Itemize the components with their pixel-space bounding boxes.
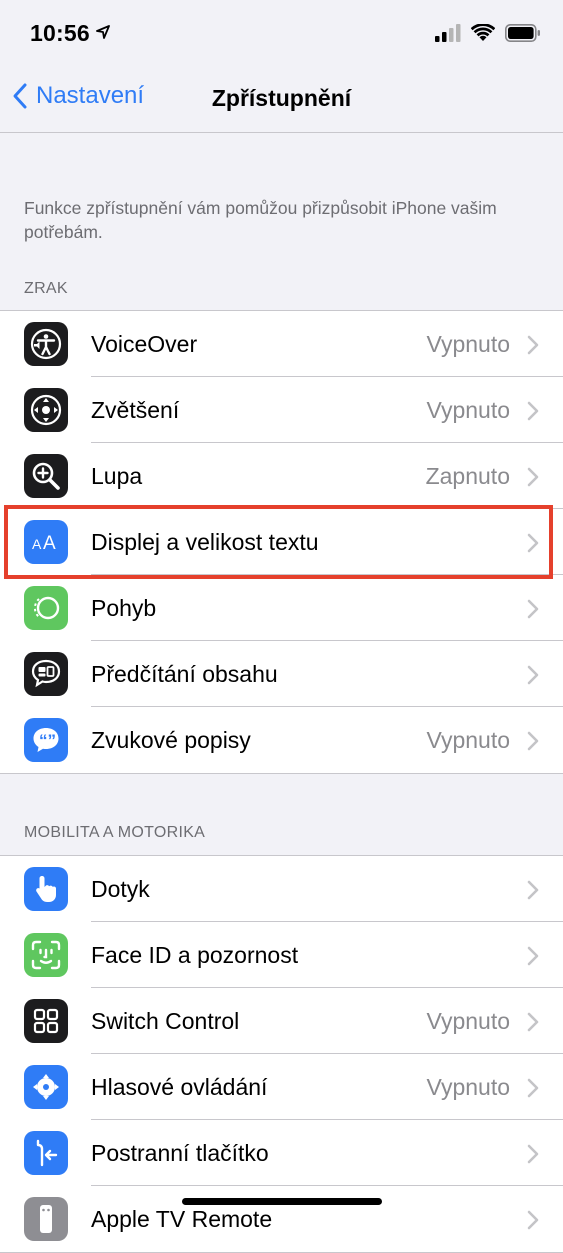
chevron-right-icon — [527, 533, 539, 553]
cellular-signal-icon — [435, 24, 461, 42]
zoom-icon — [24, 388, 68, 432]
chevron-right-icon — [527, 946, 539, 966]
row-label: Displej a velikost textu — [91, 529, 319, 555]
row-label: VoiceOver — [91, 331, 198, 357]
row-audio-descriptions[interactable]: “” Zvukové popisy Vypnuto — [0, 707, 563, 773]
section-header-mobility: MOBILITA A MOTORIKA — [24, 824, 206, 841]
row-spoken-content[interactable]: Předčítání obsahu — [0, 641, 563, 707]
row-value: Vypnuto — [426, 1074, 510, 1100]
row-voice-control[interactable]: Hlasové ovládání Vypnuto — [0, 1054, 563, 1120]
wifi-icon — [471, 24, 495, 41]
svg-text:“”: “” — [39, 731, 56, 750]
side-button-icon — [24, 1131, 68, 1175]
row-zoom[interactable]: Zvětšení Vypnuto — [0, 377, 563, 443]
settings-group-mobility: Dotyk Face ID a pozornost Switch Control… — [0, 855, 563, 1253]
touch-icon — [24, 867, 68, 911]
row-label: Zvukové popisy — [91, 727, 251, 753]
row-label: Hlasové ovládání — [91, 1074, 268, 1100]
row-apple-tv-remote[interactable]: Apple TV Remote — [0, 1186, 563, 1252]
page-title: Zpřístupnění — [211, 85, 352, 111]
row-label: Předčítání obsahu — [91, 661, 278, 687]
row-display-text-size[interactable]: A A Displej a velikost textu — [0, 509, 563, 575]
chevron-right-icon — [527, 1012, 539, 1032]
spoken-content-icon — [24, 652, 68, 696]
chevron-right-icon — [527, 1210, 539, 1230]
svg-text:A: A — [32, 536, 42, 552]
row-value: Vypnuto — [426, 1008, 510, 1034]
switch-control-icon — [24, 999, 68, 1043]
navigation-bar: Nastavení Zpřístupnění — [0, 68, 563, 133]
row-label: Zvětšení — [91, 397, 180, 423]
row-label: Face ID a pozornost — [91, 942, 299, 968]
status-time: 10:56 — [30, 20, 90, 46]
row-switch-control[interactable]: Switch Control Vypnuto — [0, 988, 563, 1054]
row-touch[interactable]: Dotyk — [0, 856, 563, 922]
chevron-right-icon — [527, 1144, 539, 1164]
chevron-right-icon — [527, 335, 539, 355]
row-value: Vypnuto — [426, 331, 510, 357]
status-bar: 10:56 — [0, 0, 563, 68]
voice-control-icon — [24, 1065, 68, 1109]
motion-icon — [24, 586, 68, 630]
face-id-icon — [24, 933, 68, 977]
chevron-right-icon — [527, 665, 539, 685]
audio-description-icon: “” — [24, 718, 68, 762]
svg-text:A: A — [43, 533, 56, 554]
intro-text: Funkce zpřístupnění vám pomůžou přizpůso… — [24, 198, 497, 242]
battery-icon — [505, 24, 540, 42]
home-indicator[interactable] — [182, 1198, 382, 1205]
row-motion[interactable]: Pohyb — [0, 575, 563, 641]
row-side-button[interactable]: Postranní tlačítko — [0, 1120, 563, 1186]
row-label: Pohyb — [91, 595, 157, 621]
tv-remote-icon — [24, 1197, 68, 1241]
row-value: Vypnuto — [426, 727, 510, 753]
settings-group-vision: VoiceOver Vypnuto Zvětšení Vypnuto Lupa … — [0, 310, 563, 774]
row-label: Postranní tlačítko — [91, 1140, 269, 1166]
row-label: Dotyk — [91, 876, 150, 902]
text-size-icon: A A — [24, 520, 68, 564]
chevron-right-icon — [527, 731, 539, 751]
row-label: Switch Control — [91, 1008, 240, 1034]
row-value: Vypnuto — [426, 397, 510, 423]
magnifier-icon — [24, 454, 68, 498]
chevron-right-icon — [527, 880, 539, 900]
row-label: Apple TV Remote — [91, 1206, 273, 1232]
row-value: Zapnuto — [425, 463, 510, 489]
row-magnifier[interactable]: Lupa Zapnuto — [0, 443, 563, 509]
section-header-vision: ZRAK — [24, 280, 68, 297]
row-label: Lupa — [91, 463, 143, 489]
chevron-right-icon — [527, 467, 539, 487]
chevron-right-icon — [527, 599, 539, 619]
row-face-id[interactable]: Face ID a pozornost — [0, 922, 563, 988]
chevron-right-icon — [527, 401, 539, 421]
location-arrow-icon — [96, 25, 110, 39]
row-voiceover[interactable]: VoiceOver Vypnuto — [0, 311, 563, 377]
chevron-right-icon — [527, 1078, 539, 1098]
voiceover-icon — [24, 322, 68, 366]
